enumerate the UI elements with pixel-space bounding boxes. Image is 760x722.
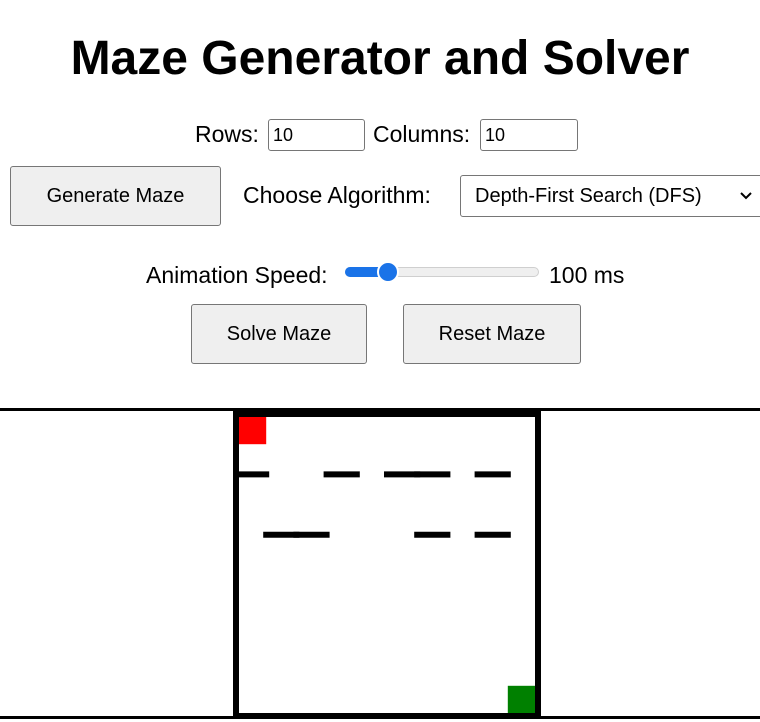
maze-start-cell <box>236 414 267 445</box>
maze-end-cell <box>507 685 538 716</box>
maze-canvas[interactable] <box>0 0 760 722</box>
